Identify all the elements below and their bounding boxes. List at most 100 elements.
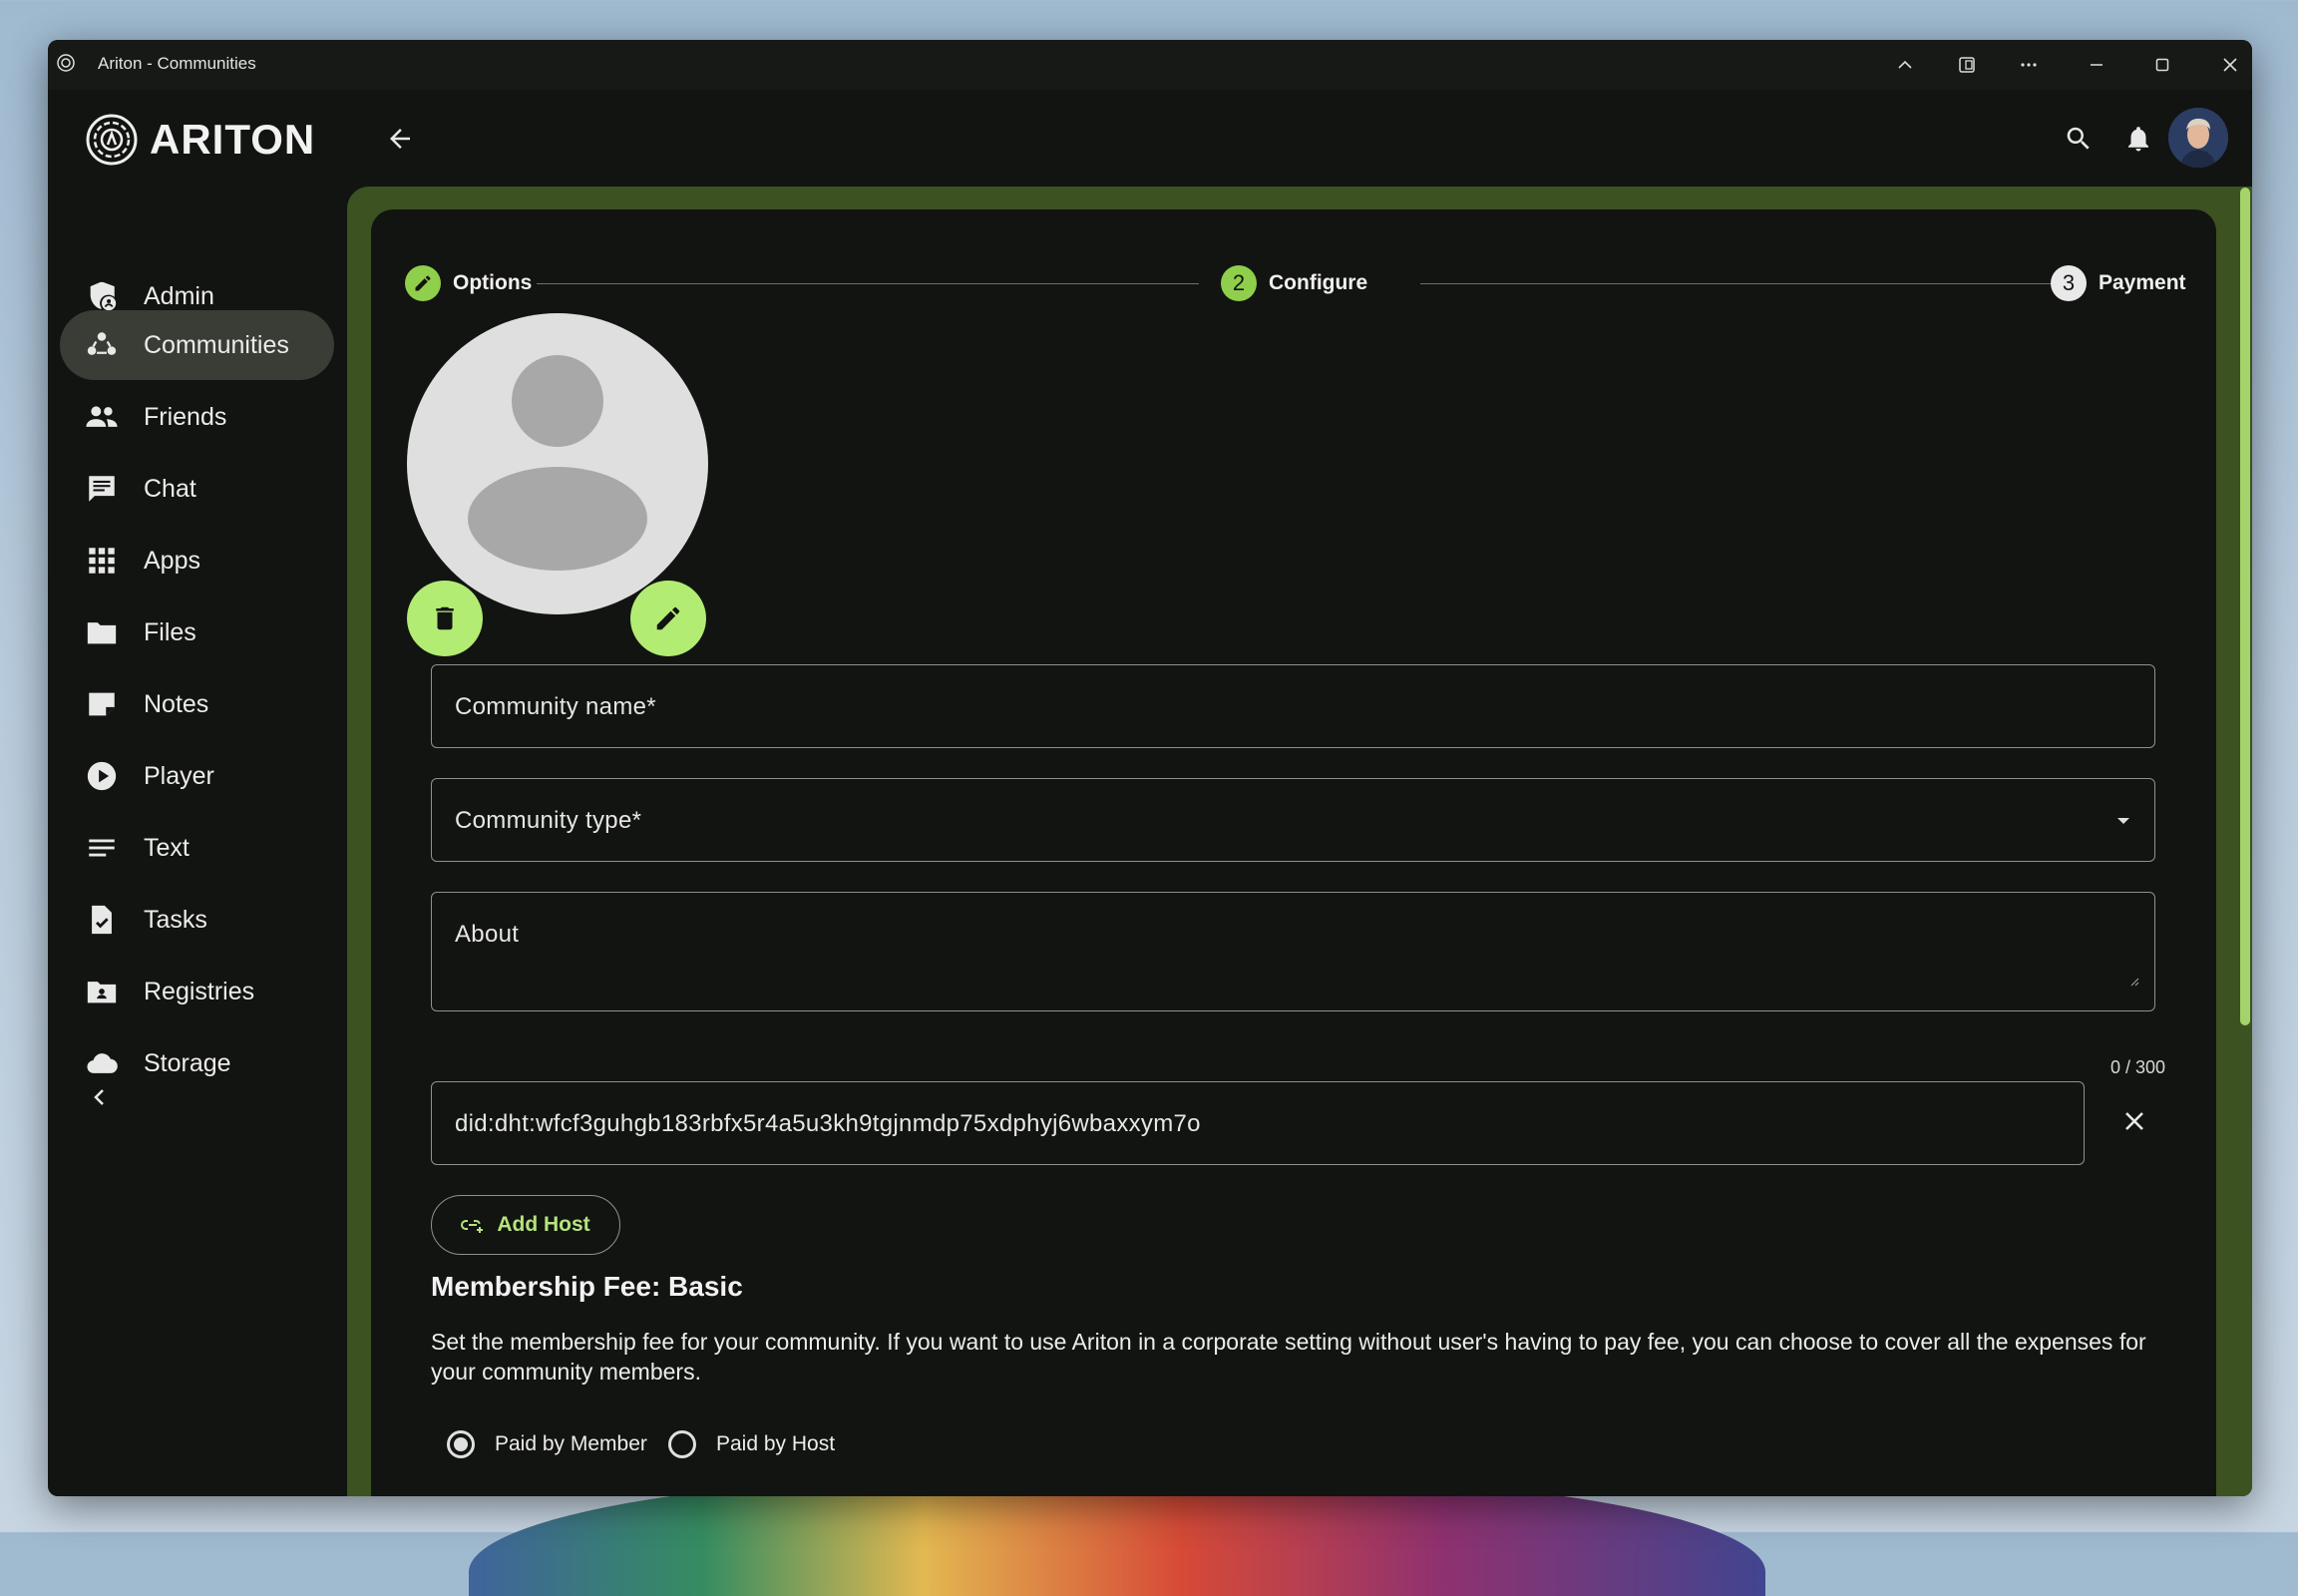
community-name-field[interactable]: Community name* [431, 664, 2155, 748]
trash-icon [436, 606, 454, 630]
window-title: Ariton - Communities [98, 54, 256, 73]
ariton-logo-icon [86, 114, 138, 166]
sidebar-item-label: Communities [144, 330, 289, 359]
arrow-left-icon [390, 129, 410, 149]
close-icon [2125, 1112, 2143, 1130]
sidebar-item-friends[interactable]: Friends [60, 382, 334, 452]
admin-icon [84, 278, 120, 314]
step-configure[interactable]: 2 Configure [1221, 265, 1367, 301]
sidebar-item-label: Storage [144, 1048, 231, 1077]
sidebar-item-label: Friends [144, 402, 227, 431]
brand-logo[interactable]: ARITON [84, 110, 315, 170]
collapse-sidebar-button[interactable] [80, 1077, 120, 1117]
radio-paid-by-member[interactable]: Paid by Member [447, 1430, 647, 1458]
sidebar-item-label: Text [144, 833, 190, 862]
pencil-icon [656, 606, 680, 630]
radio-paid-by-host[interactable]: Paid by Host [668, 1430, 835, 1458]
search-button[interactable] [2054, 114, 2104, 164]
communities-icon [84, 327, 120, 363]
sidebar-item-tasks[interactable]: Tasks [60, 885, 334, 955]
step-connector [537, 283, 1199, 284]
text-lines-icon [84, 830, 120, 866]
step-connector [1420, 283, 2085, 284]
more-options-button[interactable] [1997, 40, 2061, 90]
radio-label: Paid by Member [495, 1432, 647, 1455]
scrollbar-thumb[interactable] [2240, 188, 2250, 1025]
sidebar-item-label: Chat [144, 474, 196, 503]
add-host-label: Add Host [497, 1213, 590, 1236]
membership-fee-title: Membership Fee: Basic [431, 1271, 743, 1302]
create-community-form: Options 2 Configure 3 Payment Community … [371, 209, 2216, 1496]
chevron-left-icon [94, 1089, 104, 1105]
membership-fee-description: Set the membership fee for your communit… [431, 1329, 2146, 1385]
remove-host-button[interactable] [2114, 1101, 2154, 1141]
friends-icon [84, 399, 120, 435]
app-window: Ariton - Communities ARITON Admin Commun… [48, 40, 2252, 1496]
step-label: Payment [2099, 271, 2186, 294]
user-avatar[interactable] [2168, 108, 2228, 168]
link-add-icon [461, 1220, 484, 1233]
user-photo-icon [2168, 108, 2228, 168]
radio-button-unselected[interactable] [668, 1430, 696, 1458]
close-window-button[interactable] [2198, 40, 2252, 90]
search-icon [2067, 127, 2090, 150]
maximize-button[interactable] [2130, 40, 2194, 90]
sidebar-item-notes[interactable]: Notes [60, 669, 334, 739]
delete-avatar-button[interactable] [407, 581, 483, 656]
radio-button-selected[interactable] [447, 1430, 475, 1458]
sidebar-item-communities[interactable]: Communities [60, 310, 334, 380]
minimize-button[interactable] [2065, 40, 2128, 90]
person-placeholder-icon [468, 355, 647, 571]
edit-avatar-button[interactable] [630, 581, 706, 656]
sidebar-item-label: Notes [144, 689, 209, 718]
sidebar-item-label: Player [144, 761, 214, 790]
folder-icon [84, 614, 120, 650]
sidebar-item-registries[interactable]: Registries [60, 957, 334, 1026]
close-icon [2223, 58, 2237, 72]
sidebar-item-label: Files [144, 617, 196, 646]
brand-name: ARITON [150, 116, 316, 163]
play-icon [84, 758, 120, 794]
step-completed-marker [405, 265, 441, 301]
cloud-icon [84, 1045, 120, 1081]
apps-grid-icon [84, 543, 120, 579]
chat-icon [84, 471, 120, 507]
about-char-counter: 0 / 300 [2110, 1057, 2166, 1077]
task-icon [84, 902, 120, 938]
about-label: About [455, 921, 520, 948]
step-label: Configure [1269, 271, 1368, 294]
sidebar-item-text[interactable]: Text [60, 813, 334, 883]
registry-icon [84, 974, 120, 1009]
bell-icon [2128, 127, 2148, 152]
chevron-up-icon [1898, 60, 1912, 69]
step-options[interactable]: Options [405, 265, 532, 301]
sidebar-item-player[interactable]: Player [60, 741, 334, 811]
back-button[interactable] [377, 116, 423, 162]
note-icon [84, 686, 120, 722]
step-number: 2 [1221, 265, 1257, 301]
host-did-field[interactable]: did:dht:wfcf3guhgb183rbfx5r4a5u3kh9tgjnm… [431, 1081, 2085, 1165]
about-textarea[interactable]: About [431, 892, 2155, 1011]
sidebar-item-label: Registries [144, 977, 255, 1005]
caret-up-button[interactable] [1873, 40, 1937, 90]
step-number: 3 [2051, 265, 2087, 301]
dropdown-arrow-icon [2117, 818, 2129, 824]
community-avatar-placeholder[interactable] [407, 313, 708, 614]
sidebar-item-label: Apps [144, 546, 200, 575]
host-did-value: did:dht:wfcf3guhgb183rbfx5r4a5u3kh9tgjnm… [455, 1110, 1201, 1137]
notifications-button[interactable] [2113, 114, 2163, 164]
pencil-icon [415, 275, 431, 291]
minimize-icon [2091, 64, 2103, 66]
app-logo-icon [57, 54, 75, 72]
add-host-button[interactable]: Add Host [431, 1195, 620, 1255]
resize-handle-icon[interactable] [2127, 975, 2139, 987]
sidebar-item-files[interactable]: Files [60, 598, 334, 667]
sidebar-item-apps[interactable]: Apps [60, 526, 334, 596]
cast-button[interactable] [1935, 40, 1999, 90]
radio-label: Paid by Host [716, 1432, 836, 1455]
step-label: Options [453, 271, 533, 294]
step-payment[interactable]: 3 Payment [2051, 265, 2186, 301]
sidebar-item-chat[interactable]: Chat [60, 454, 334, 524]
community-type-select[interactable]: Community type* [431, 778, 2155, 862]
title-bar: Ariton - Communities [48, 40, 2252, 90]
